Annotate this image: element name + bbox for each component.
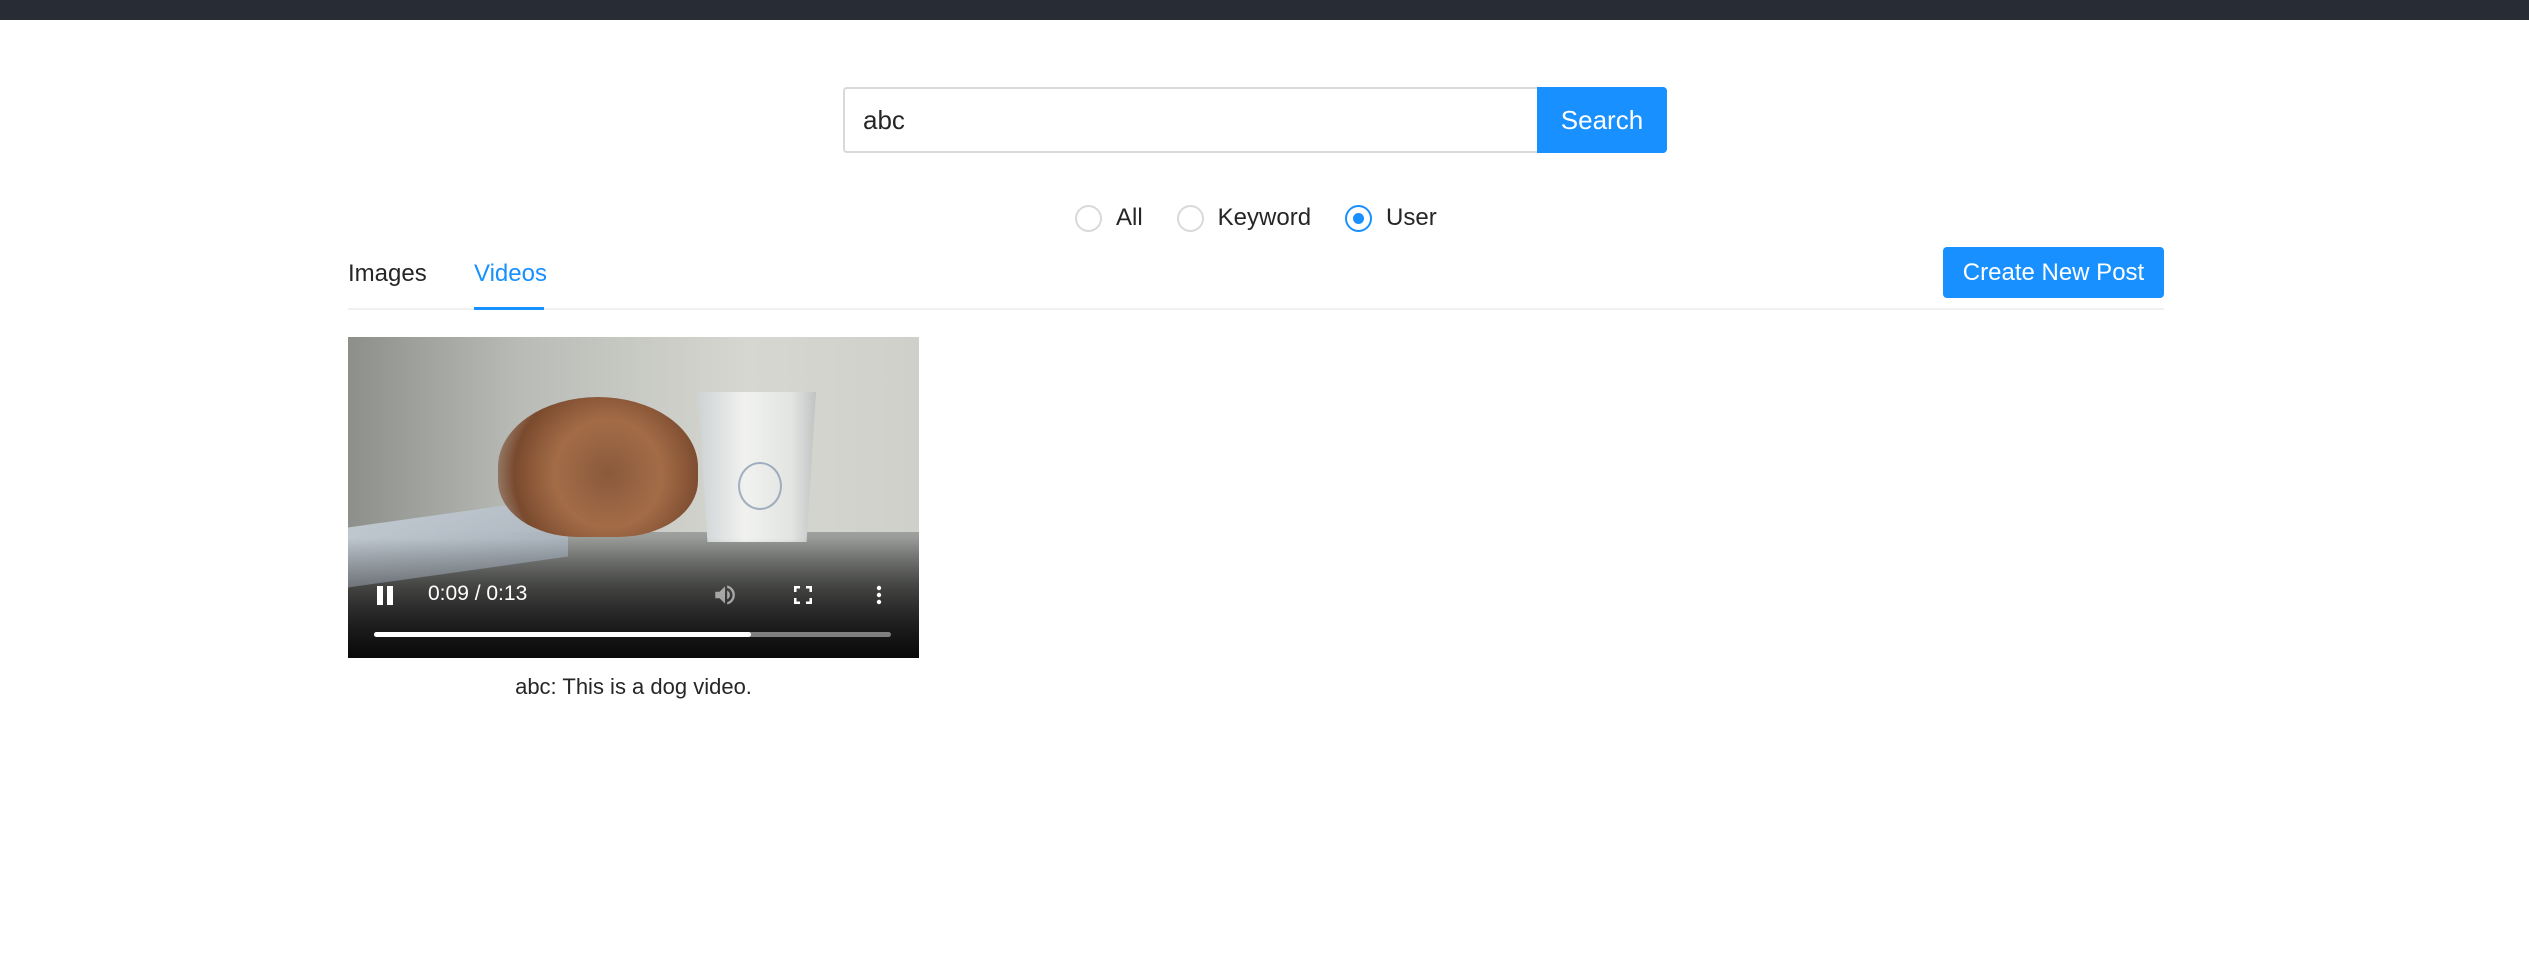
- radio-label: User: [1386, 204, 1437, 231]
- radio-label: Keyword: [1217, 204, 1312, 231]
- search-button[interactable]: Search: [1537, 87, 1667, 153]
- radio-option-keyword[interactable]: Keyword: [1176, 204, 1312, 232]
- active-tab-indicator: [474, 307, 544, 310]
- video-caption: abc: This is a dog video.: [515, 674, 752, 699]
- search-bar: Search: [843, 87, 1667, 153]
- fullscreen-icon[interactable]: [788, 580, 818, 610]
- tab-videos[interactable]: Videos: [474, 260, 547, 306]
- media-tabs: Images Videos: [348, 238, 2164, 310]
- radio-option-all[interactable]: All: [1075, 204, 1143, 232]
- radio-button[interactable]: [1176, 204, 1204, 232]
- top-navbar: [0, 0, 2529, 20]
- video-controls: 0:09 / 0:13: [348, 568, 919, 658]
- radio-button-checked[interactable]: [1345, 204, 1373, 232]
- search-input[interactable]: [843, 87, 1537, 153]
- tab-images[interactable]: Images: [348, 260, 427, 306]
- radio-button[interactable]: [1075, 204, 1102, 232]
- radio-label: All: [1116, 204, 1143, 231]
- time-display: 0:09 / 0:13: [428, 582, 528, 605]
- create-new-post-button[interactable]: Create New Post: [1943, 247, 2164, 298]
- video-card: 0:09 / 0:13 abc: This is a dog video.: [348, 337, 919, 700]
- video-progress-fill: [374, 632, 752, 637]
- search-type-radio-group: All Keyword User: [1075, 203, 1471, 233]
- video-progress-bar[interactable]: [374, 632, 891, 637]
- more-vert-icon[interactable]: [864, 580, 894, 610]
- volume-icon[interactable]: [710, 580, 740, 610]
- radio-option-user[interactable]: User: [1345, 204, 1437, 232]
- video-player[interactable]: 0:09 / 0:13: [348, 337, 919, 658]
- pause-icon[interactable]: [372, 582, 398, 608]
